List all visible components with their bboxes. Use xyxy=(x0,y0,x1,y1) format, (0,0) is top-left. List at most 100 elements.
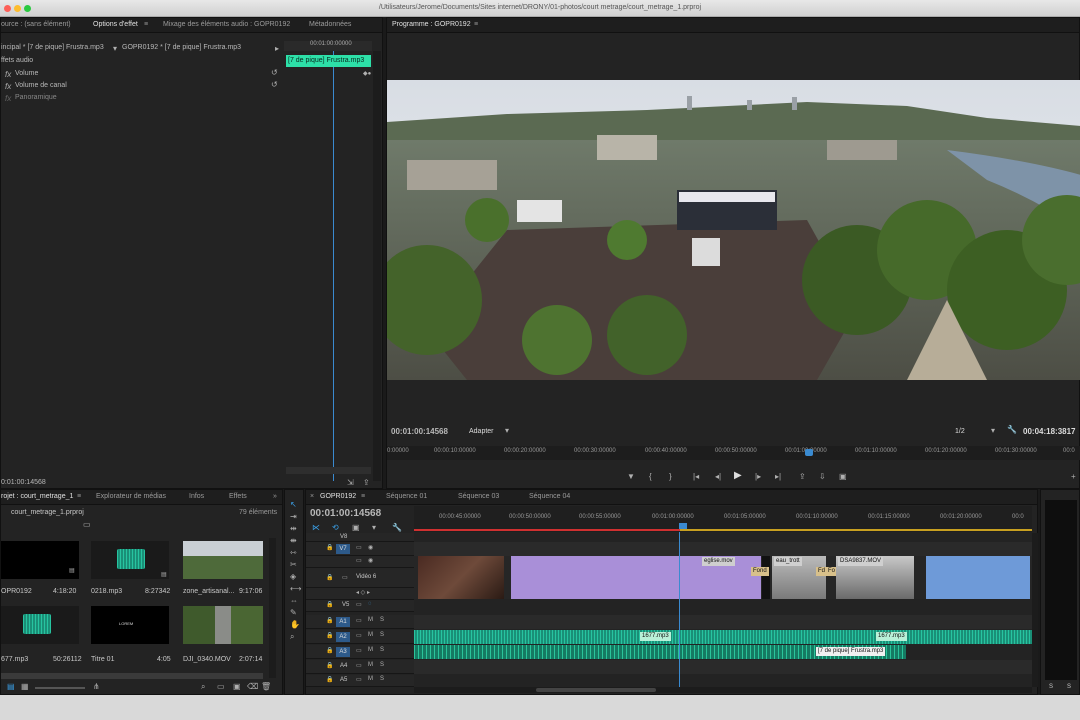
wrench-icon[interactable]: 🔧 xyxy=(1007,425,1017,434)
track-header-a2[interactable]: 🔒 A2 ▭ M S xyxy=(306,630,414,644)
camera-icon[interactable]: ▣ xyxy=(839,472,847,481)
tab-metadata[interactable]: Métadonnées xyxy=(309,21,351,28)
new-bin-icon[interactable]: ▭ xyxy=(217,682,225,691)
program-time-ruler[interactable]: 0:00000 00:00:10:00000 00:00:20:00000 00… xyxy=(387,446,1080,460)
marker-icon[interactable]: ▾ xyxy=(372,523,376,532)
track-header-a4[interactable]: 🔒 A4 ▭ M S xyxy=(306,660,414,674)
lock-icon[interactable]: 🔒 xyxy=(326,676,333,683)
rolling-edit-icon[interactable]: ⇼ xyxy=(290,536,297,545)
fit-dropdown[interactable]: Adapter xyxy=(469,428,494,440)
track-header-a5[interactable]: 🔒 A5 ▭ M S xyxy=(306,675,414,687)
program-title[interactable]: Programme : GOPR0192 xyxy=(392,21,471,28)
tab-audio-mixer[interactable]: Mixage des éléments audio : GOPR0192 xyxy=(163,21,290,28)
pen-tool-icon[interactable]: ✎ xyxy=(290,608,297,617)
meter-solo-left[interactable]: S xyxy=(1049,684,1053,690)
tab-project[interactable]: rojet : court_metrage_1 xyxy=(1,493,73,500)
track-header-v6[interactable]: 🔒 ▭ Vidéo 6 xyxy=(306,568,414,588)
tab-media-browser[interactable]: Explorateur de médias xyxy=(96,493,166,500)
lock-icon[interactable]: 🔒 xyxy=(326,647,333,654)
sort-icon[interactable]: ⋔ xyxy=(93,682,100,691)
trash-icon[interactable]: 🗑 xyxy=(261,682,271,691)
solo-icon[interactable]: S xyxy=(380,632,384,638)
track-label[interactable]: A1 xyxy=(336,617,350,627)
solo-icon[interactable]: S xyxy=(380,676,384,682)
tab-sequence-04[interactable]: Séquence 04 xyxy=(529,493,570,500)
track-header-v5[interactable]: 🔒 V5 ▭ ◌ xyxy=(306,600,414,612)
tab-sequence-01[interactable]: Séquence 01 xyxy=(386,493,427,500)
thumbnail-dji-0340[interactable] xyxy=(183,606,263,644)
scrollbar-thumb[interactable] xyxy=(536,688,656,692)
clip-blue[interactable] xyxy=(926,556,1030,599)
sync-icon[interactable]: ▭ xyxy=(342,574,348,581)
folder-icon[interactable]: ▭ xyxy=(83,520,91,529)
tab-info[interactable]: Infos xyxy=(189,493,204,500)
play-arrow-icon[interactable]: ▸ xyxy=(275,44,279,53)
clip-concert-video[interactable] xyxy=(418,556,504,599)
lock-icon[interactable]: 🔒 xyxy=(326,574,333,581)
reset-icon[interactable]: ↺ xyxy=(271,80,278,89)
playhead-marker[interactable] xyxy=(805,449,813,456)
horizontal-scrollbar[interactable] xyxy=(286,467,371,474)
keyframe-icon[interactable]: ◆● xyxy=(363,70,371,77)
solo-icon[interactable]: S xyxy=(380,662,384,668)
master-clip-label[interactable]: incipal * [7 de pique] Frustra.mp3 xyxy=(1,44,104,56)
chevron-down-icon[interactable]: ▾ xyxy=(505,426,509,435)
marker-icon[interactable]: ▼ xyxy=(627,472,635,481)
tab-effect-options[interactable]: Options d'effet xyxy=(93,21,138,28)
slide-tool-icon[interactable]: ⇔ xyxy=(290,596,298,605)
keyframe-nav-icon[interactable]: ◂ ◇ ▸ xyxy=(356,589,370,596)
solo-icon[interactable]: S xyxy=(380,647,384,653)
audio-label-1677[interactable]: 1677.mp3 xyxy=(640,632,671,641)
track-select-icon[interactable]: ⇥ xyxy=(290,512,297,521)
mute-icon[interactable]: M xyxy=(368,617,373,623)
thumbnail-zone-artisanal[interactable] xyxy=(183,541,263,579)
eye-icon[interactable]: ◉ xyxy=(368,557,373,564)
menu-icon[interactable]: ≡ xyxy=(474,21,478,28)
timeline-timecode[interactable]: 00:01:00:14568 xyxy=(310,508,381,520)
project-scrollbar[interactable] xyxy=(269,538,276,678)
export-icon[interactable]: ⇲ xyxy=(347,478,354,487)
linked-selection-icon[interactable]: ⟲ xyxy=(332,523,339,532)
audio-label-frustra[interactable]: [7 de pique] Frustra.mp3 xyxy=(816,647,886,656)
mute-icon[interactable]: M xyxy=(368,632,373,638)
track-label[interactable]: A2 xyxy=(336,632,350,642)
slip-tool-icon[interactable]: ⟷ xyxy=(290,584,301,593)
zoom-slider[interactable] xyxy=(35,687,85,689)
timeline-v-scrollbar[interactable] xyxy=(1032,533,1038,687)
clip-label-fond[interactable]: Fond xyxy=(751,567,769,576)
hand-tool-icon[interactable]: ✋ xyxy=(290,620,300,629)
lock-icon[interactable]: 🔒 xyxy=(326,601,333,608)
fx-icon[interactable]: fx xyxy=(5,70,11,79)
reset-icon[interactable]: ↺ xyxy=(271,68,278,77)
track-lane-a4[interactable] xyxy=(414,660,1032,674)
timeline-h-scrollbar[interactable] xyxy=(414,687,1032,693)
track-header-v7[interactable]: 🔒 V7 ▭ ◉ xyxy=(306,542,414,556)
lock-icon[interactable]: 🔒 xyxy=(326,617,333,624)
go-to-out-icon[interactable]: ▸| xyxy=(775,472,781,481)
program-timecode[interactable]: 00:01:00:14568 xyxy=(391,427,448,439)
mute-icon[interactable]: M xyxy=(368,647,373,653)
menu-icon[interactable]: ≡ xyxy=(77,493,81,500)
item-name[interactable]: zone_artisanal... xyxy=(183,588,234,595)
item-name[interactable]: 0218.mp3 xyxy=(91,588,122,595)
clear-icon[interactable]: ⌫ xyxy=(247,682,258,691)
sync-icon[interactable]: ▭ xyxy=(356,632,362,639)
menu-icon[interactable]: ≡ xyxy=(144,21,148,28)
clip-label-eau-trott[interactable]: eau_trott xyxy=(774,557,802,566)
snap-icon[interactable]: ⋉ xyxy=(312,523,320,532)
track-header-a1[interactable]: 🔒 A1 ▭ M S xyxy=(306,615,414,629)
out-point-icon[interactable]: } xyxy=(669,472,672,481)
chevron-down-icon[interactable]: ▾ xyxy=(991,426,995,435)
sync-icon[interactable]: ▭ xyxy=(356,544,362,551)
thumbnail-gopr0192[interactable] xyxy=(1,541,79,579)
sync-icon[interactable]: ▭ xyxy=(356,617,362,624)
item-name[interactable]: Titre 01 xyxy=(91,656,114,663)
eye-icon[interactable]: ◉ xyxy=(368,544,373,551)
go-to-in-icon[interactable]: |◂ xyxy=(693,472,699,481)
in-point-icon[interactable]: { xyxy=(649,472,652,481)
play-icon[interactable]: ▶ xyxy=(734,470,742,481)
step-back-icon[interactable]: ◂| xyxy=(715,472,721,481)
effect-panner[interactable]: Panoramique xyxy=(15,94,57,106)
icon-view-icon[interactable]: ▦ xyxy=(21,682,29,691)
sync-icon[interactable]: ▭ xyxy=(356,676,362,683)
